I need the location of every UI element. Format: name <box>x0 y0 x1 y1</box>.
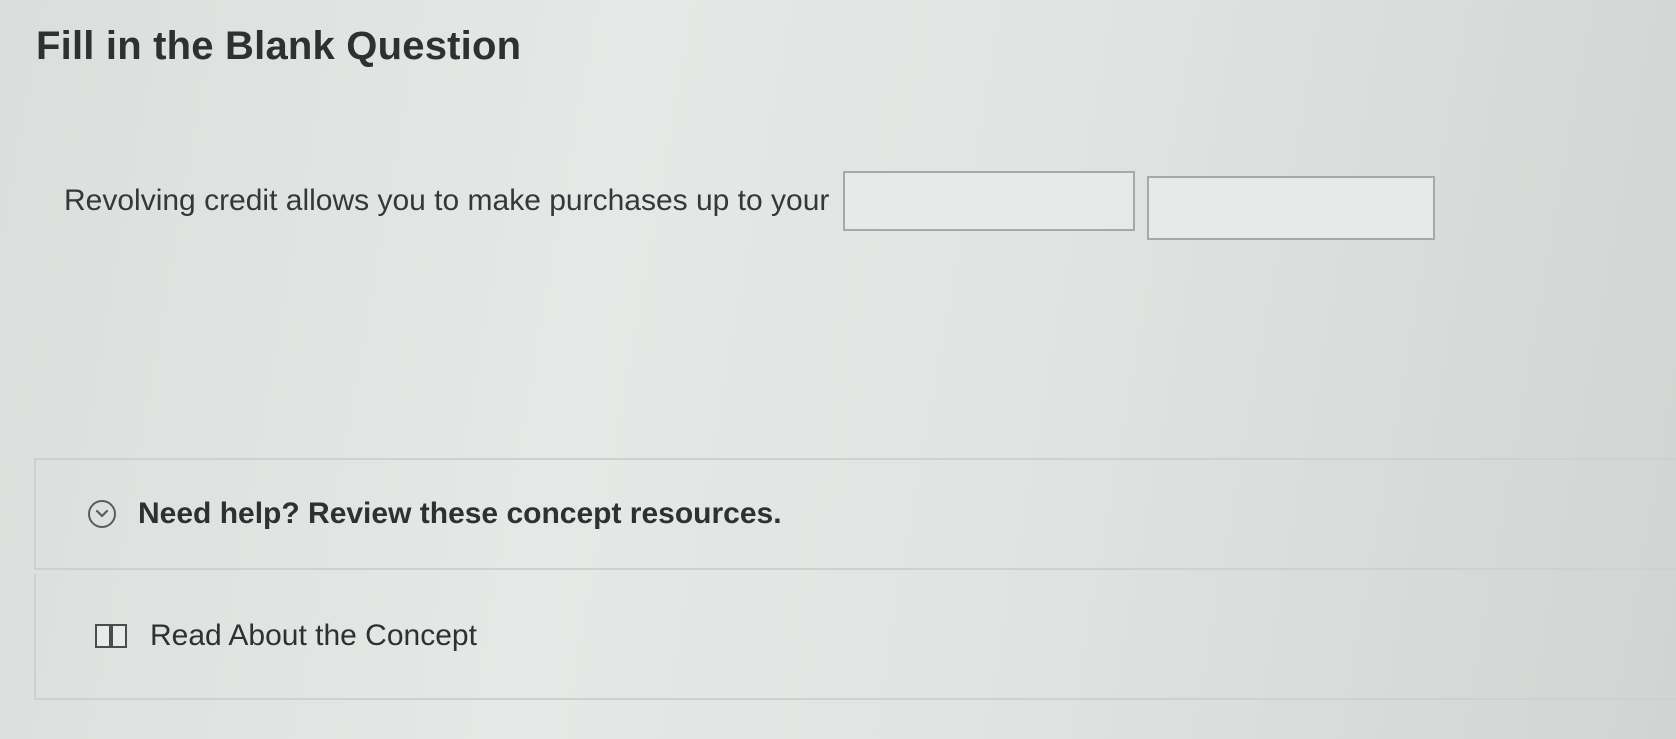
help-resources-toggle[interactable]: Need help? Review these concept resource… <box>34 458 1676 570</box>
help-toggle-label: Need help? Review these concept resource… <box>138 497 782 530</box>
page-title: Fill in the Blank Question <box>36 24 522 68</box>
chevron-down-circle-icon <box>88 500 116 528</box>
blank-input-1[interactable] <box>843 171 1136 231</box>
question-page: Fill in the Blank Question Revolving cre… <box>0 0 1676 739</box>
book-icon <box>95 624 127 648</box>
question-row: Revolving credit allows you to make purc… <box>64 162 1447 240</box>
question-prompt: Revolving credit allows you to make purc… <box>64 184 830 217</box>
resource-label: Read About the Concept <box>150 619 477 652</box>
blank-input-2[interactable] <box>1147 176 1436 240</box>
resource-read-concept[interactable]: Read About the Concept <box>34 574 1676 700</box>
chevron-down-icon <box>95 509 109 518</box>
